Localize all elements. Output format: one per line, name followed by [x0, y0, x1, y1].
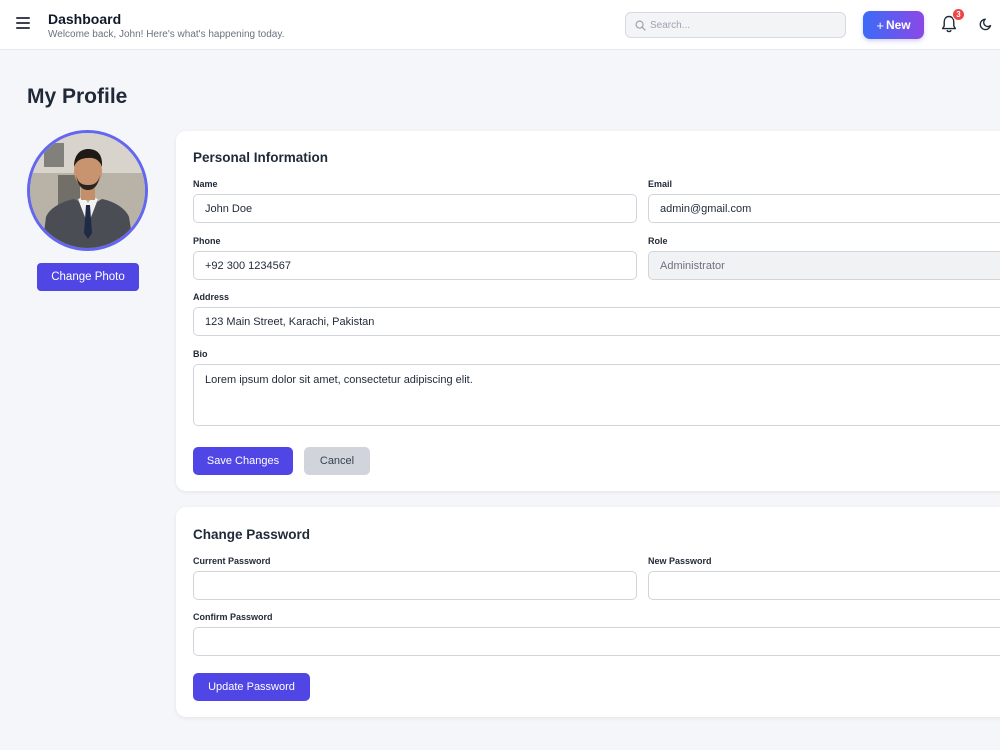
- search-box[interactable]: [625, 12, 846, 38]
- role-label: Role: [648, 236, 668, 246]
- change-password-heading: Change Password: [193, 527, 311, 542]
- phone-field[interactable]: [193, 251, 637, 280]
- new-password-label: New Password: [648, 556, 712, 566]
- plus-icon: +: [876, 17, 884, 33]
- bio-field[interactable]: Lorem ipsum dolor sit amet, consectetur …: [193, 364, 1000, 426]
- header-title: Dashboard: [48, 11, 122, 27]
- header-subtitle: Welcome back, John! Here's what's happen…: [48, 29, 285, 40]
- bio-label: Bio: [193, 349, 208, 359]
- email-field[interactable]: [648, 194, 1000, 223]
- update-password-button[interactable]: Update Password: [193, 673, 310, 701]
- save-changes-button[interactable]: Save Changes: [193, 447, 293, 475]
- name-field[interactable]: [193, 194, 637, 223]
- current-password-field[interactable]: [193, 571, 637, 600]
- top-bar: Dashboard Welcome back, John! Here's wha…: [0, 0, 1000, 50]
- new-password-field[interactable]: [648, 571, 1000, 600]
- notification-badge: 3: [952, 8, 965, 21]
- menu-icon[interactable]: [16, 17, 30, 29]
- personal-info-card: Personal Information Name Email Phone Ro…: [176, 131, 1000, 491]
- avatar-photo: [30, 133, 145, 248]
- personal-info-heading: Personal Information: [193, 150, 329, 165]
- search-input[interactable]: [650, 16, 840, 34]
- page-title: My Profile: [27, 85, 128, 108]
- new-button-label: New: [885, 18, 911, 32]
- search-icon: [635, 20, 646, 31]
- email-label: Email: [648, 179, 673, 189]
- moon-icon[interactable]: [979, 17, 993, 31]
- role-field: [648, 251, 1000, 280]
- change-photo-button[interactable]: Change Photo: [37, 263, 139, 291]
- cancel-button[interactable]: Cancel: [304, 447, 370, 475]
- confirm-password-label: Confirm Password: [193, 612, 273, 622]
- avatar: [27, 130, 148, 251]
- current-password-label: Current Password: [193, 556, 271, 566]
- name-label: Name: [193, 179, 218, 189]
- phone-label: Phone: [193, 236, 221, 246]
- address-label: Address: [193, 292, 230, 302]
- new-button[interactable]: + New: [863, 11, 924, 39]
- change-password-card: Change Password Current Password New Pas…: [176, 507, 1000, 717]
- confirm-password-field[interactable]: [193, 627, 1000, 656]
- address-field[interactable]: [193, 307, 1000, 336]
